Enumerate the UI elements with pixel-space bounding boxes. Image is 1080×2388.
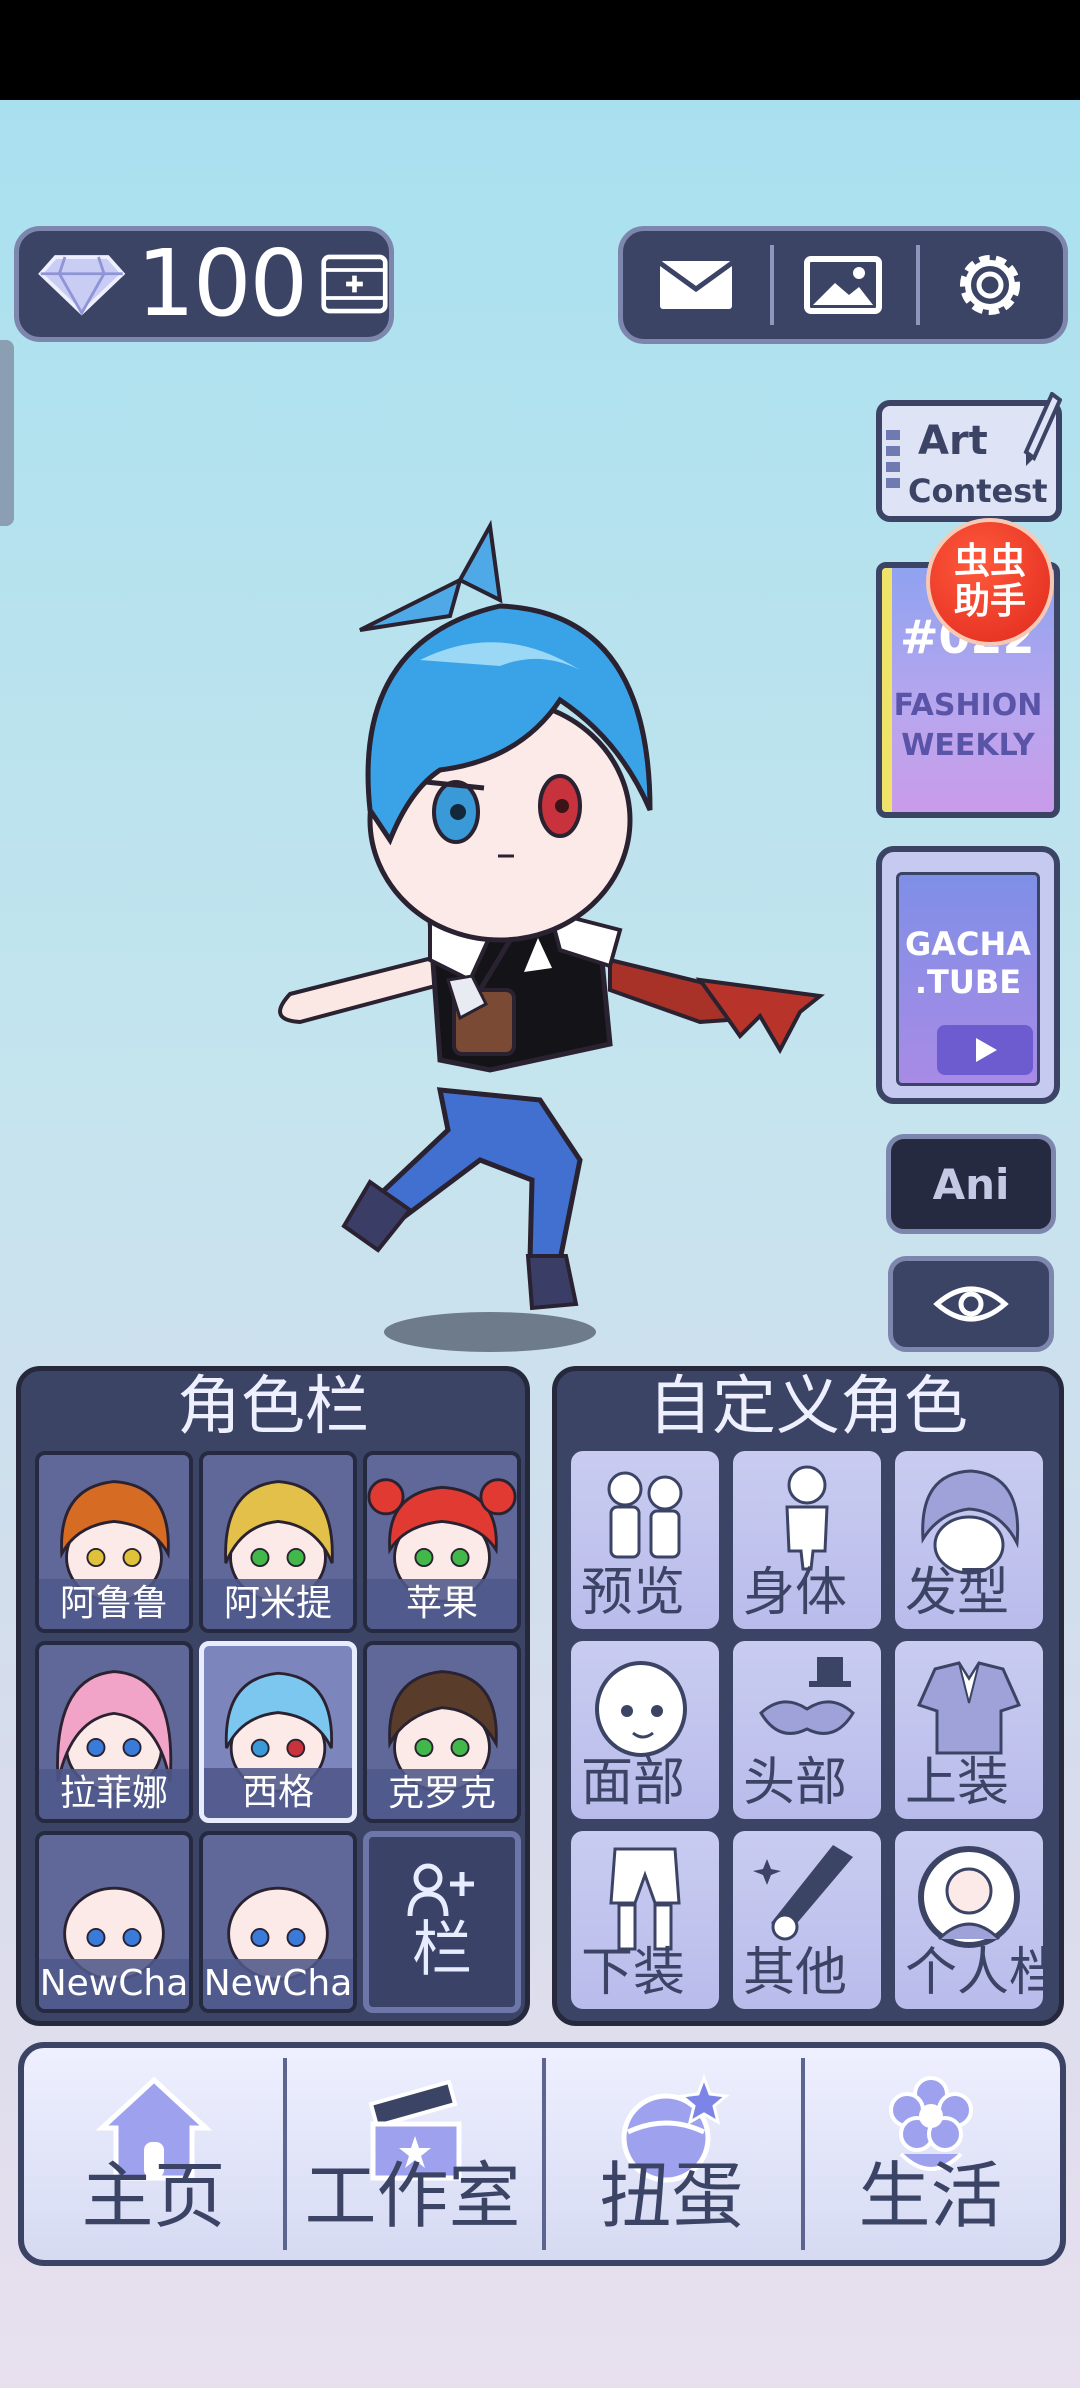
customize-label: 下装: [581, 1943, 686, 2003]
nav-life[interactable]: 生活: [801, 2048, 1060, 2260]
roster-title: 角色栏: [177, 1370, 369, 1444]
character-slot[interactable]: NewCha: [199, 1831, 357, 2013]
add-slot-button[interactable]: 栏: [363, 1831, 521, 2013]
art-contest-line1: Art: [918, 418, 988, 464]
roster-panel: 角色栏 阿鲁鲁 阿米提 苹果 拉菲娜 西格 克罗克 NewCha NewCha …: [16, 1366, 530, 2026]
badge-line1: 虫虫: [953, 541, 1026, 582]
character-name: 西格: [204, 1768, 352, 1818]
character-name: 阿米提: [203, 1579, 353, 1629]
diamond-icon: [38, 255, 126, 316]
customize-bottom-button[interactable]: 下装: [571, 1831, 719, 2009]
character-slot[interactable]: 阿鲁鲁: [35, 1451, 193, 1633]
customize-label: 上装: [905, 1753, 1010, 1813]
ani-label: Ani: [932, 1159, 1010, 1209]
image-icon: [804, 256, 882, 314]
nav-studio[interactable]: 工作室: [283, 2048, 542, 2260]
fashion-line1: FASHION: [893, 688, 1043, 723]
gachatube-line1: GACHA: [904, 925, 1032, 963]
eye-icon: [933, 1286, 1009, 1322]
gachatube-card[interactable]: GACHA .TUBE: [876, 846, 1060, 1104]
settings-button[interactable]: [916, 231, 1063, 339]
character-name: NewCha: [203, 1959, 353, 2009]
customize-top-button[interactable]: 上装: [895, 1641, 1043, 1819]
helper-badge[interactable]: 虫虫 助手: [926, 518, 1054, 646]
character-name: 拉菲娜: [39, 1769, 189, 1819]
mail-button[interactable]: [623, 231, 770, 339]
customize-hair-button[interactable]: 发型: [895, 1451, 1043, 1629]
watch-video-plus-icon[interactable]: [320, 247, 389, 321]
gallery-button[interactable]: [769, 231, 917, 339]
notebook-rings: [886, 430, 900, 494]
customize-title: 自定义角色: [648, 1370, 968, 1444]
play-icon: [976, 1038, 997, 1062]
character-figure[interactable]: [260, 520, 840, 1360]
visibility-toggle-button[interactable]: [888, 1256, 1054, 1352]
customize-head-button[interactable]: 头部: [733, 1641, 881, 1819]
fashion-line2: WEEKLY: [901, 728, 1035, 763]
character-slot[interactable]: 拉菲娜: [35, 1641, 193, 1823]
gachatube-screen: GACHA .TUBE: [896, 872, 1040, 1086]
character-slot[interactable]: 苹果: [363, 1451, 521, 1633]
character-slot[interactable]: NewCha: [35, 1831, 193, 2013]
character-slot[interactable]: 克罗克: [363, 1641, 521, 1823]
play-button: [937, 1025, 1033, 1075]
customize-label: 预览: [581, 1563, 686, 1623]
customize-label: 个人档: [905, 1943, 1043, 2003]
customize-preview-button[interactable]: 预览: [571, 1451, 719, 1629]
customize-face-button[interactable]: 面部: [571, 1641, 719, 1819]
customize-other-button[interactable]: 其他: [733, 1831, 881, 2009]
add-slot-label: 栏: [412, 1915, 472, 1985]
nav-label: 主页: [81, 2154, 226, 2238]
nav-home[interactable]: 主页: [24, 2048, 283, 2260]
nav-label: 扭蛋: [599, 2154, 744, 2238]
customize-label: 身体: [743, 1563, 848, 1623]
art-contest-card[interactable]: Art Contest: [876, 392, 1062, 522]
customize-body-button[interactable]: 身体: [733, 1451, 881, 1629]
character-name: 克罗克: [367, 1769, 517, 1819]
gachatube-line2: .TUBE: [914, 963, 1022, 1001]
nav-label: 工作室: [304, 2154, 521, 2238]
gem-counter: 100: [14, 226, 394, 342]
badge-line2: 助手: [953, 581, 1026, 622]
customize-panel: 自定义角色 预览 身体 发型 面部 头部 上装 下装 其他 个人档: [552, 1366, 1064, 2026]
character-name: 阿鲁鲁: [39, 1579, 189, 1629]
side-drawer-handle[interactable]: [0, 340, 14, 526]
bottom-navigation: 主页 工作室 扭蛋 生活: [18, 2042, 1066, 2266]
character-name: NewCha: [39, 1959, 189, 2009]
nav-gacha[interactable]: 扭蛋: [542, 2048, 801, 2260]
customize-label: 发型: [905, 1563, 1010, 1623]
gem-count: 100: [136, 230, 308, 337]
add-user-icon: [407, 1863, 474, 1917]
pencil-icon: [1023, 392, 1062, 466]
character-name: 苹果: [367, 1579, 517, 1629]
customize-profile-button[interactable]: 个人档: [895, 1831, 1043, 2009]
status-bar: [0, 0, 1080, 100]
customize-label: 面部: [581, 1753, 686, 1813]
art-contest-line2: Contest: [908, 472, 1048, 510]
nav-label: 生活: [858, 2154, 1003, 2238]
customize-label: 其他: [743, 1943, 848, 2003]
gear-icon: [959, 255, 1020, 315]
top-toolbar: [618, 226, 1068, 344]
customize-label: 头部: [743, 1753, 848, 1813]
mail-icon: [658, 260, 734, 309]
character-slot-selected[interactable]: 西格: [199, 1641, 357, 1823]
character-slot[interactable]: 阿米提: [199, 1451, 357, 1633]
ani-button[interactable]: Ani: [886, 1134, 1056, 1234]
